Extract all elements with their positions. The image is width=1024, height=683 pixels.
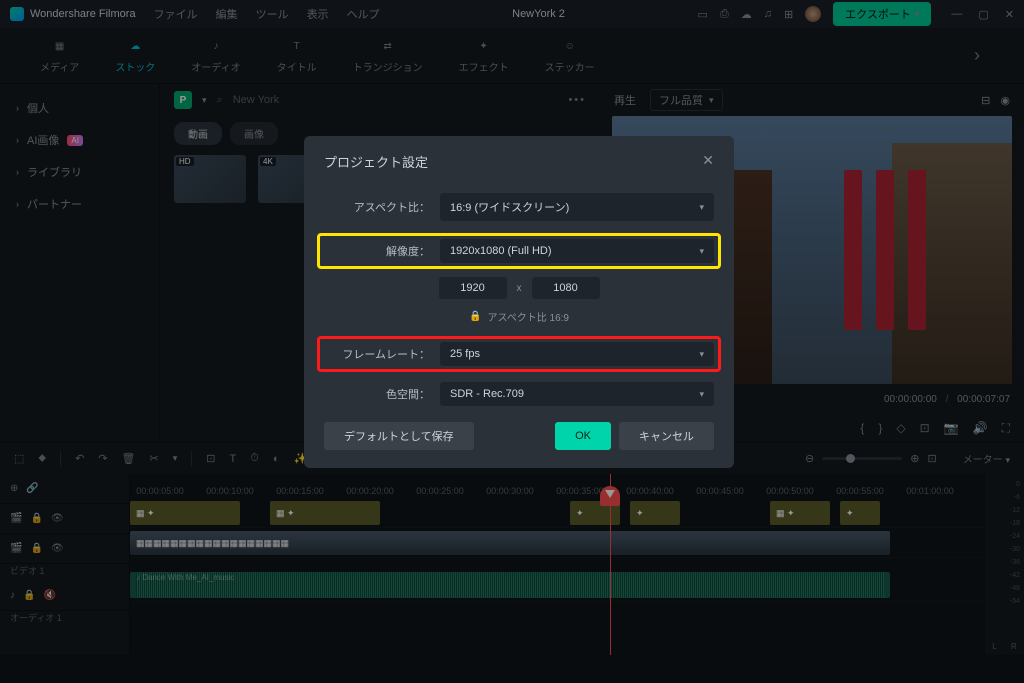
dialog-close-icon[interactable]: ✕: [702, 152, 714, 171]
aspect-lock[interactable]: 🔒 アスペクト比 16:9: [324, 309, 714, 324]
aspect-label: アスペクト比：: [324, 199, 430, 215]
lock-icon: 🔒: [469, 311, 481, 322]
save-default-button[interactable]: デフォルトとして保存: [324, 422, 474, 450]
width-input[interactable]: [439, 277, 507, 299]
dimension-inputs: x: [324, 277, 714, 299]
resolution-label: 解像度：: [324, 243, 430, 259]
dialog-title: プロジェクト設定: [324, 152, 428, 171]
colorspace-select[interactable]: SDR - Rec.709▾: [440, 382, 714, 406]
height-input[interactable]: [532, 277, 600, 299]
aspect-select[interactable]: 16:9 (ワイドスクリーン)▾: [440, 193, 714, 221]
framerate-label: フレームレート：: [324, 346, 430, 362]
ok-button[interactable]: OK: [555, 422, 611, 450]
dimension-x: x: [517, 283, 522, 294]
project-settings-dialog: プロジェクト設定 ✕ アスペクト比： 16:9 (ワイドスクリーン)▾ 解像度：…: [304, 136, 734, 468]
framerate-row-highlight: フレームレート： 25 fps▾: [317, 336, 721, 372]
colorspace-label: 色空間：: [324, 386, 430, 402]
cancel-button[interactable]: キャンセル: [619, 422, 714, 450]
resolution-row-highlight: 解像度： 1920x1080 (Full HD)▾: [317, 233, 721, 269]
framerate-select[interactable]: 25 fps▾: [440, 342, 714, 366]
resolution-select[interactable]: 1920x1080 (Full HD)▾: [440, 239, 714, 263]
